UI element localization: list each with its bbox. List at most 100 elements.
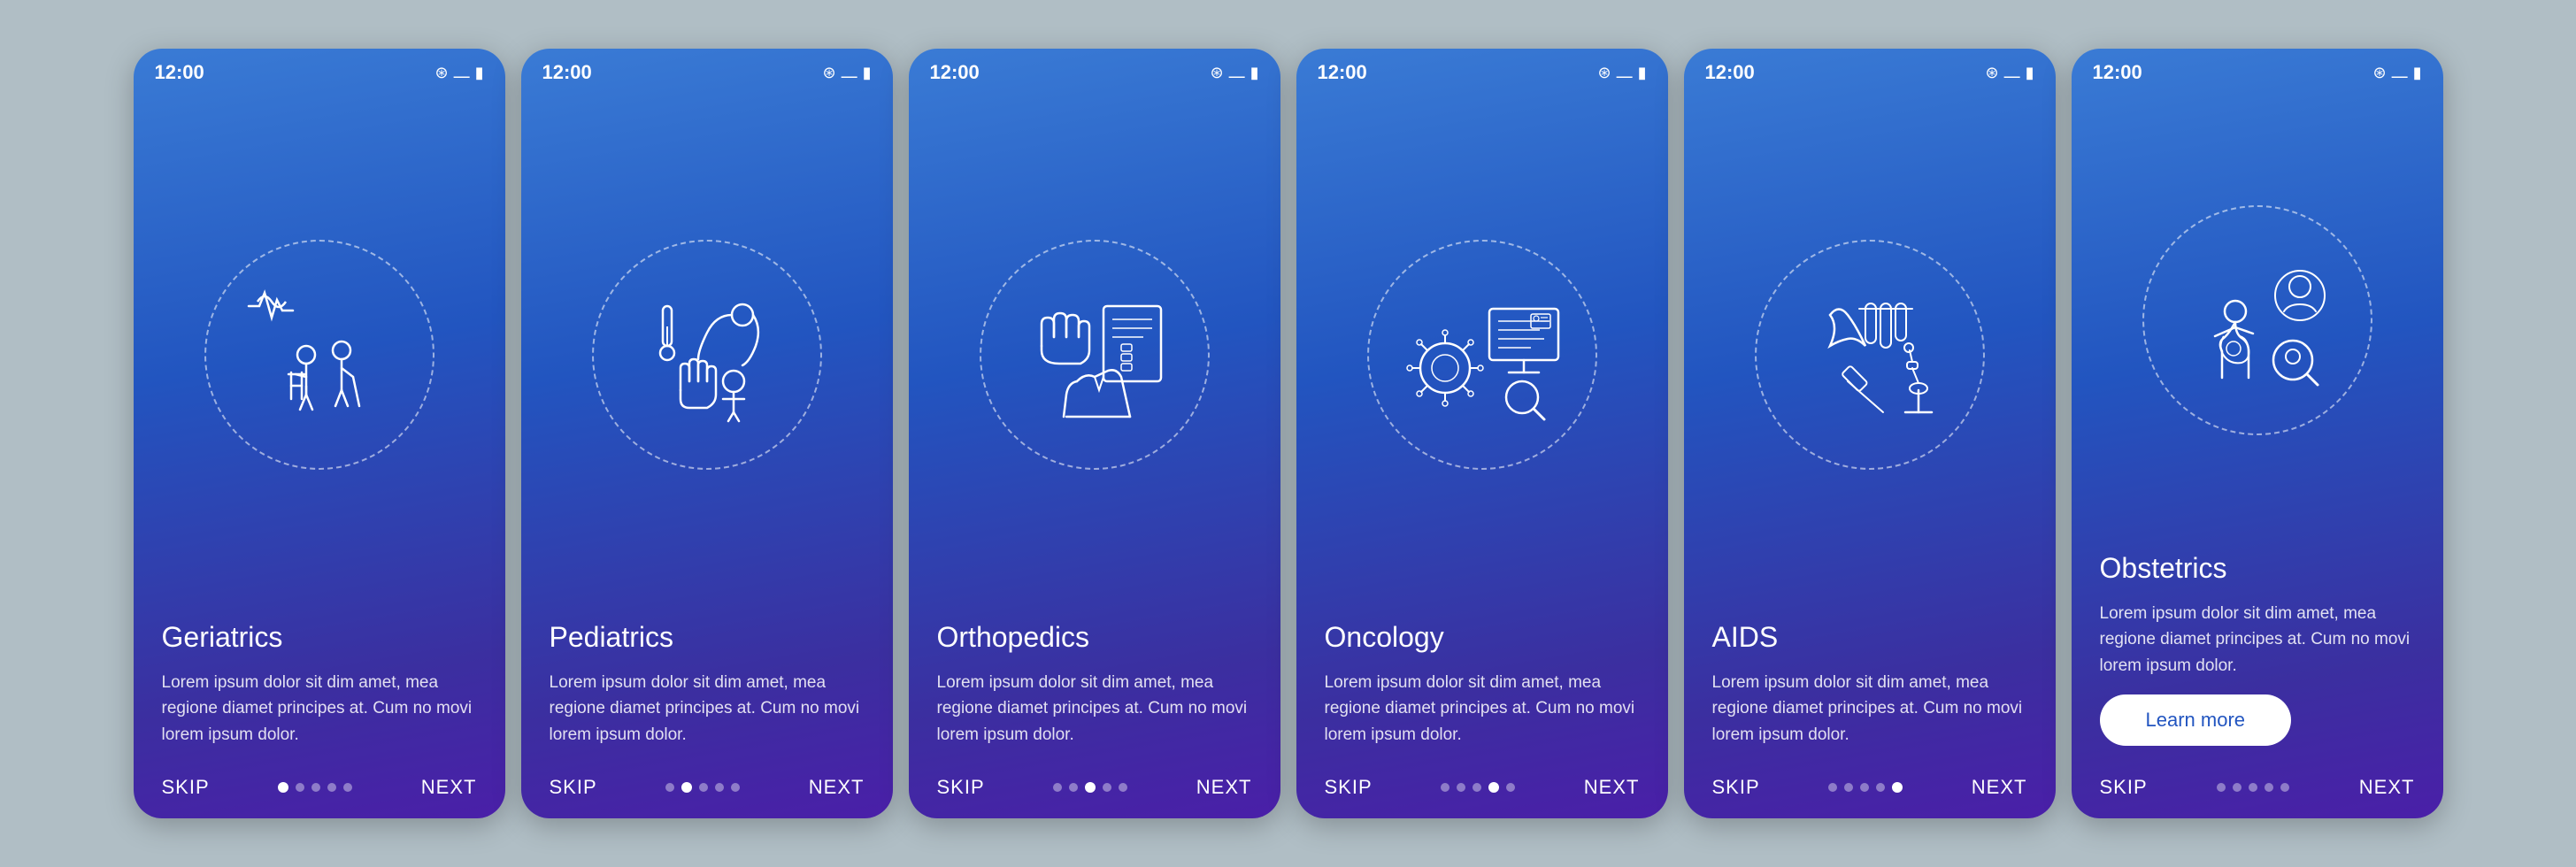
pediatrics-icon-area [521,89,893,621]
dot-1[interactable] [681,782,692,793]
battery-icon: ▮ [863,64,872,82]
bottom-nav: SKIP NEXT [521,763,893,818]
aids-body: Lorem ipsum dolor sit dim amet, mea regi… [1712,670,2027,748]
next-button[interactable]: NEXT [1972,776,2027,799]
signal-icon: ⎼ [842,64,857,82]
wifi-icon: ⊛ [2373,64,2387,82]
status-icons: ⊛ ⎼ ▮ [1986,64,2034,82]
orthopedics-dashed-circle [980,240,1210,470]
pagination-dots [665,782,740,793]
dot-4[interactable] [1506,783,1515,792]
geriatrics-body: Lorem ipsum dolor sit dim amet, mea regi… [162,670,477,748]
orthopedics-icon-area [909,89,1280,621]
signal-icon: ⎼ [2004,64,2020,82]
battery-icon: ▮ [475,64,484,82]
battery-icon: ▮ [2413,64,2422,82]
dot-2[interactable] [1085,782,1096,793]
wifi-icon: ⊛ [1986,64,1999,82]
dot-2[interactable] [311,783,320,792]
wifi-icon: ⊛ [1598,64,1611,82]
status-icons: ⊛ ⎼ ▮ [823,64,872,82]
dot-4[interactable] [731,783,740,792]
signal-icon: ⎼ [454,64,470,82]
dot-2[interactable] [1860,783,1869,792]
oncology-title: Oncology [1325,621,1640,654]
aids-icon-area [1684,89,2056,621]
dot-1[interactable] [1457,783,1465,792]
dot-0[interactable] [665,783,674,792]
pediatrics-body: Lorem ipsum dolor sit dim amet, mea regi… [550,670,865,748]
battery-icon: ▮ [2026,64,2034,82]
phone-screen-geriatrics: 12:00 ⊛ ⎼ ▮ GeriatricsLorem ipsum dolor … [134,49,505,818]
bottom-nav: SKIP NEXT [909,763,1280,818]
dot-0[interactable] [278,782,288,793]
dot-3[interactable] [1876,783,1885,792]
next-button[interactable]: NEXT [421,776,477,799]
screens-container: 12:00 ⊛ ⎼ ▮ Geriatrics Lorem ipsum dolor … [107,13,2470,854]
status-bar: 12:00 ⊛ ⎼ ▮ [2072,49,2443,89]
dot-1[interactable] [1844,783,1853,792]
dot-4[interactable] [343,783,352,792]
status-time: 12:00 [930,61,980,84]
status-time: 12:00 [1318,61,1367,84]
skip-button[interactable]: SKIP [1325,776,1373,799]
phone-screen-obstetrics: 12:00 ⊛ ⎼ ▮ ObstetricsLorem ipsum dolor … [2072,49,2443,818]
pagination-dots [1828,782,1903,793]
orthopedics-body: Lorem ipsum dolor sit dim amet, mea regi… [937,670,1252,748]
battery-icon: ▮ [1638,64,1647,82]
skip-button[interactable]: SKIP [550,776,597,799]
dot-0[interactable] [2217,783,2226,792]
dot-3[interactable] [2265,783,2273,792]
dot-4[interactable] [1892,782,1903,793]
dot-3[interactable] [327,783,336,792]
dot-1[interactable] [296,783,304,792]
dot-2[interactable] [2249,783,2257,792]
dot-4[interactable] [2280,783,2289,792]
dot-0[interactable] [1828,783,1837,792]
geriatrics-icon-area [134,89,505,621]
next-button[interactable]: NEXT [2359,776,2415,799]
learn-more-button[interactable]: Learn more [2100,694,2292,746]
signal-icon: ⎼ [1617,64,1633,82]
status-icons: ⊛ ⎼ ▮ [2373,64,2422,82]
dot-3[interactable] [715,783,724,792]
obstetrics-dashed-circle [2142,205,2372,435]
dot-1[interactable] [2233,783,2242,792]
geriatrics-title: Geriatrics [162,621,477,654]
orthopedics-title: Orthopedics [937,621,1252,654]
status-time: 12:00 [2093,61,2142,84]
skip-button[interactable]: SKIP [162,776,210,799]
next-button[interactable]: NEXT [809,776,865,799]
oncology-content: OncologyLorem ipsum dolor sit dim amet, … [1296,621,1668,763]
dot-0[interactable] [1053,783,1062,792]
phone-screen-oncology: 12:00 ⊛ ⎼ ▮ [1296,49,1668,818]
dot-3[interactable] [1103,783,1111,792]
dot-1[interactable] [1069,783,1078,792]
dot-3[interactable] [1488,782,1499,793]
wifi-icon: ⊛ [435,64,449,82]
dot-0[interactable] [1441,783,1449,792]
dot-4[interactable] [1119,783,1127,792]
skip-button[interactable]: SKIP [937,776,985,799]
battery-icon: ▮ [1250,64,1259,82]
phone-screen-orthopedics: 12:00 ⊛ ⎼ ▮ OrthopedicsLorem ipsum dolor… [909,49,1280,818]
skip-button[interactable]: SKIP [2100,776,2148,799]
next-button[interactable]: NEXT [1584,776,1640,799]
dot-2[interactable] [1473,783,1481,792]
pagination-dots [2217,783,2289,792]
next-button[interactable]: NEXT [1196,776,1252,799]
status-icons: ⊛ ⎼ ▮ [1598,64,1647,82]
phone-screen-aids: 12:00 ⊛ ⎼ ▮ AIDSLorem ipsum dolor sit di… [1684,49,2056,818]
signal-icon: ⎼ [2392,64,2408,82]
pagination-dots [1441,782,1515,793]
dot-2[interactable] [699,783,708,792]
skip-button[interactable]: SKIP [1712,776,1760,799]
pediatrics-content: PediatricsLorem ipsum dolor sit dim amet… [521,621,893,763]
orthopedics-content: Orthopedics Lorem ipsum dolor sit dim ame… [909,621,1280,763]
pagination-dots [278,782,352,793]
phone-screen-pediatrics: 12:00 ⊛ ⎼ ▮ PediatricsLorem ipsum dolor … [521,49,893,818]
pediatrics-dashed-circle [592,240,822,470]
aids-content: AIDSLorem ipsum dolor sit dim amet, mea … [1684,621,2056,763]
bottom-nav: SKIP NEXT [2072,763,2443,818]
pagination-dots [1053,782,1127,793]
